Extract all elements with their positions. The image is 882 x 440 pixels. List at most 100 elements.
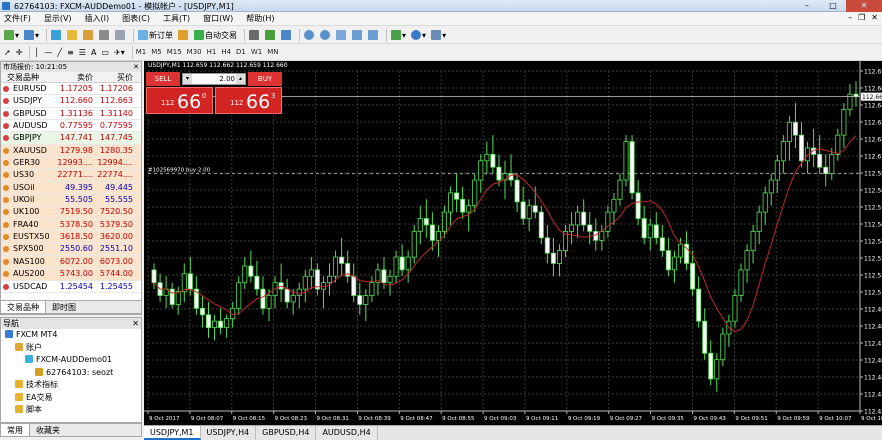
tab-common[interactable]: 常用 [1, 424, 30, 436]
tree-item[interactable]: 62764103: seozt [1, 367, 141, 380]
volume-input[interactable]: ▾ 2.00 ▴ [182, 73, 246, 85]
equidistant-channel-button[interactable]: ≡ [66, 46, 75, 59]
list-item[interactable]: UKOil 55.505 55.555 [1, 194, 141, 207]
timeframe-m15[interactable]: M15 [167, 48, 182, 56]
list-item[interactable]: USDCAD 1.25454 1.25455 [1, 281, 141, 293]
tree-item[interactable]: 脚本 [1, 404, 141, 417]
timeframe-w1[interactable]: W1 [251, 48, 262, 56]
list-item[interactable]: USDJPY 112.660 112.663 [1, 95, 141, 108]
data-window-button[interactable] [66, 29, 79, 42]
chart-tab-usdjpy-m1[interactable]: USDJPY,M1 [144, 426, 201, 440]
strategy-tester-button[interactable] [114, 29, 127, 42]
profiles-button[interactable]: ▾ [23, 29, 40, 42]
timeframe-h4[interactable]: H4 [221, 48, 231, 56]
menu-view[interactable]: 显示(V) [44, 13, 72, 24]
list-item[interactable]: AUDUSD 0.77595 0.77595 [1, 120, 141, 133]
templates-button[interactable]: ▾ [430, 29, 447, 42]
list-item[interactable]: AUS200 5743.00 5744.00 [1, 268, 141, 281]
sell-button[interactable]: SELL [146, 72, 180, 86]
list-item[interactable]: NAS100 6072.00 6073.00 [1, 255, 141, 269]
terminal-button[interactable] [98, 29, 111, 42]
vertical-line-button[interactable]: │ [33, 46, 40, 59]
mdi-restore-icon[interactable]: ❐ [858, 13, 865, 22]
list-item[interactable]: USOil 49.395 49.445 [1, 181, 141, 195]
tab-favorites[interactable]: 收藏夹 [30, 424, 66, 436]
autoscroll-button[interactable] [367, 29, 380, 42]
volume-increase-icon[interactable]: ▴ [236, 74, 245, 84]
list-item[interactable]: EURUSD 1.17205 1.17206 [1, 83, 141, 96]
minimize-icon[interactable]: – [794, 0, 820, 12]
column-header-bid[interactable]: 卖价 [57, 72, 95, 82]
chart-tab-gbpusd-h4[interactable]: GBPUSD,H4 [256, 426, 317, 440]
new-order-button[interactable]: 新订单 [137, 29, 174, 42]
navigator-button[interactable] [82, 29, 95, 42]
metaeditor-button[interactable] [177, 29, 190, 42]
menu-charts[interactable]: 图表(C) [122, 13, 150, 24]
list-item[interactable]: GBPUSD 1.31136 1.31140 [1, 108, 141, 121]
timeframe-m30[interactable]: M30 [187, 48, 202, 56]
tile-windows-button[interactable] [335, 29, 348, 42]
tab-tick-chart[interactable]: 即时图 [46, 301, 82, 313]
arrows-button[interactable]: ✈▾ [113, 46, 126, 59]
trendline-button[interactable]: ╱ [56, 46, 63, 59]
chart-window[interactable]: 112.675 112.660 112.645 112.630 112.620 112.6… [144, 61, 882, 425]
menu-window[interactable]: 窗口(W) [203, 13, 233, 24]
menu-file[interactable]: 文件(F) [4, 13, 31, 24]
order-label: #102569970 buy 2.00 [148, 168, 211, 174]
buy-button[interactable]: BUY [248, 72, 282, 86]
market-watch-close-icon[interactable]: ✕ [133, 62, 139, 72]
zoom-in-button[interactable] [303, 29, 316, 42]
tree-item[interactable]: 技术指标 [1, 379, 141, 392]
list-item[interactable]: GBPJPY 147.741 147.745 [1, 132, 141, 145]
timeframe-h1[interactable]: H1 [207, 48, 217, 56]
zoom-out-button[interactable] [319, 29, 332, 42]
fibonacci-button[interactable]: ☰ [78, 46, 87, 59]
tree-item[interactable]: EA交易 [1, 392, 141, 405]
timeframe-d1[interactable]: D1 [236, 48, 246, 56]
chart-tab-audusd-h4[interactable]: AUDUSD,H4 [316, 426, 378, 440]
chart-shift-button[interactable] [351, 29, 364, 42]
tree-item[interactable]: 账户 [1, 342, 141, 355]
auto-trading-button[interactable]: 自动交易 [193, 29, 238, 42]
horizontal-line-button[interactable]: — [43, 46, 53, 59]
mdi-close-icon[interactable]: ✕ [871, 13, 878, 22]
close-icon[interactable]: ✕ [846, 0, 882, 12]
bar-chart-button[interactable] [248, 29, 261, 42]
mdi-minimize-icon[interactable]: – [848, 13, 852, 22]
buy-price-button[interactable]: 112 66 3 [215, 87, 282, 114]
indicators-button[interactable]: ▾ [390, 29, 407, 42]
timeframe-m1[interactable]: M1 [136, 48, 147, 56]
price-chart[interactable]: 112.675 112.660 112.645 112.630 112.620 112.6… [144, 61, 882, 425]
column-header-symbol[interactable]: 交易品种 [1, 72, 57, 82]
list-item[interactable]: UK100 7519.50 7520.50 [1, 206, 141, 219]
tab-symbols[interactable]: 交易品种 [1, 301, 46, 313]
list-item[interactable]: US30 22771.... 22774.... [1, 169, 141, 182]
menu-insert[interactable]: 插入(I) [85, 13, 110, 24]
list-item[interactable]: EUSTX50 3618.50 3620.00 [1, 231, 141, 244]
list-item[interactable]: XAUUSD 1279.98 1280.35 [1, 144, 141, 158]
list-item[interactable]: GER30 12993.... 12994.... [1, 157, 141, 170]
timeframe-m5[interactable]: M5 [151, 48, 162, 56]
chart-tab-usdjpy-h4[interactable]: USDJPY,H4 [201, 426, 257, 440]
column-header-ask[interactable]: 买价 [95, 72, 135, 82]
timeframe-mn[interactable]: MN [267, 48, 278, 56]
list-item[interactable]: FRA40 5378.50 5379.50 [1, 218, 141, 232]
new-chart-button[interactable]: ▾ [3, 29, 20, 42]
maximize-icon[interactable]: □ [820, 0, 846, 12]
menu-tools[interactable]: 工具(T) [163, 13, 190, 24]
line-chart-button[interactable] [280, 29, 293, 42]
text-button[interactable]: A [90, 46, 97, 59]
text-label-button[interactable]: ▭ [100, 46, 110, 59]
periods-button[interactable]: ▾ [410, 29, 427, 42]
navigator-close-icon[interactable]: ✕ [132, 318, 139, 329]
crosshair-button[interactable]: ✛ [15, 46, 24, 59]
tree-item[interactable]: FXCM MT4 [1, 329, 141, 342]
cursor-button[interactable]: ➚ [3, 46, 12, 59]
tree-item[interactable]: FXCM-AUDDemo01 [1, 354, 141, 367]
volume-decrease-icon[interactable]: ▾ [183, 74, 192, 84]
list-item[interactable]: SPX500 2550.60 2551.10 [1, 243, 141, 256]
candlestick-button[interactable] [264, 29, 277, 42]
menu-help[interactable]: 帮助(H) [246, 13, 274, 24]
sell-price-button[interactable]: 112 66 0 [146, 87, 213, 114]
market-watch-button[interactable] [50, 29, 63, 42]
